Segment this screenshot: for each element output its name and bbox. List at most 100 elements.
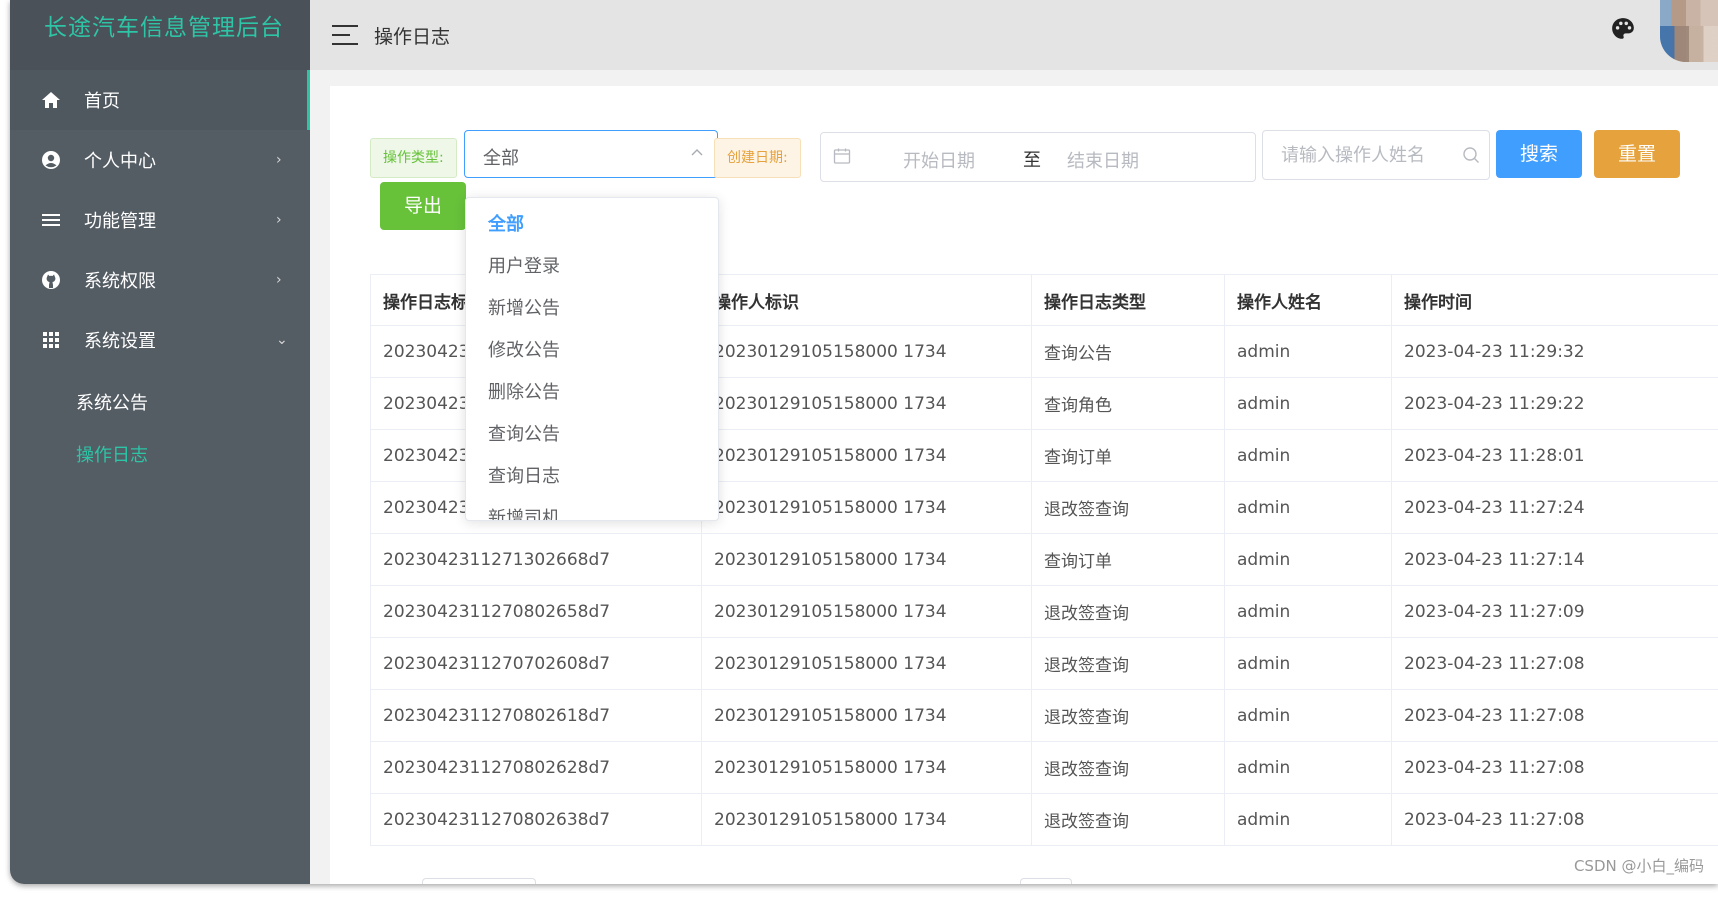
chevron-up-icon (691, 149, 703, 156)
table-cell: admin (1224, 533, 1392, 586)
table-cell: 退改签查询 (1031, 793, 1225, 846)
table-cell: 20230129105158000 1734 (701, 637, 1032, 690)
search-button[interactable]: 搜索 (1496, 130, 1582, 178)
avatar[interactable] (1660, 0, 1718, 62)
sidebar: 长途汽车信息管理后台 首页 个人中心 › 功能管理 › 系统权限 › 系统设置 … (10, 0, 310, 884)
table-row[interactable]: 2023042311270702608d7 20230129105158000 1… (370, 637, 1718, 690)
table-cell: 2023-04-23 11:27:08 (1391, 637, 1718, 690)
sidebar-item-home[interactable]: 首页 (10, 70, 310, 130)
end-date-input[interactable]: 结束日期 (1067, 147, 1139, 173)
table-cell: 2023-04-23 11:27:08 (1391, 793, 1718, 846)
table-cell: admin (1224, 325, 1392, 378)
table-cell: 2023-04-23 11:27:24 (1391, 481, 1718, 534)
chevron-right-icon: › (276, 212, 282, 228)
table-cell: 2023-04-23 11:27:09 (1391, 585, 1718, 638)
pagination-size-select[interactable] (422, 878, 536, 884)
start-date-input[interactable]: 开始日期 (903, 147, 975, 173)
chevron-right-icon: › (276, 152, 282, 168)
github-icon (36, 269, 66, 291)
table-cell: 2023042311270802628d7 (370, 741, 702, 794)
palette-icon[interactable] (1610, 16, 1636, 42)
operation-type-select[interactable]: 全部 (464, 130, 718, 178)
table-cell: 20230129105158000 1734 (701, 325, 1032, 378)
dropdown-option[interactable]: 查询公告 (466, 414, 718, 456)
sidebar-item-system-settings[interactable]: 系统设置 ⌄ (10, 310, 310, 370)
chevron-down-icon: ⌄ (276, 332, 288, 348)
page-title: 操作日志 (374, 25, 451, 48)
operator-name-input[interactable] (1262, 130, 1490, 180)
dropdown-option[interactable]: 新增司机 (466, 498, 718, 520)
sidebar-item-label: 首页 (84, 91, 120, 112)
dropdown-option[interactable]: 全部 (466, 204, 718, 246)
table-cell: 2023-04-23 11:27:08 (1391, 689, 1718, 742)
sidebar-item-system-permission[interactable]: 系统权限 › (10, 250, 310, 310)
operation-type-dropdown: 全部 用户登录 新增公告 修改公告 删除公告 查询公告 查询日志 新增司机 (465, 197, 719, 521)
table-row[interactable]: 2023042311270802638d7 20230129105158000 1… (370, 793, 1718, 846)
table-cell: 退改签查询 (1031, 741, 1225, 794)
sidebar-subitem-system-notice[interactable]: 系统公告 (10, 376, 310, 428)
table-cell: 2023042311271302668d7 (370, 533, 702, 586)
table-cell: 2023-04-23 11:27:14 (1391, 533, 1718, 586)
sidebar-item-function-management[interactable]: 功能管理 › (10, 190, 310, 250)
range-separator: 至 (1023, 150, 1041, 171)
main-content: 操作类型: 全部 创建日期: 开始日期 至 结束日期 搜索 重置 导出 (330, 86, 1718, 884)
menu-toggle-icon[interactable] (332, 25, 358, 45)
export-button[interactable]: 导出 (380, 182, 466, 230)
pagination-jump-input[interactable] (1020, 878, 1072, 884)
table-cell: 20230129105158000 1734 (701, 377, 1032, 430)
table-cell: 查询订单 (1031, 429, 1225, 482)
table-cell: 2023042311270802638d7 (370, 793, 702, 846)
table-cell: 退改签查询 (1031, 637, 1225, 690)
table-cell: 2023042311270802658d7 (370, 585, 702, 638)
user-circle-icon (36, 149, 66, 171)
search-icon (1463, 147, 1479, 163)
date-range-picker[interactable]: 开始日期 至 结束日期 (820, 132, 1256, 182)
table-cell: 20230129105158000 1734 (701, 793, 1032, 846)
table-cell: 20230129105158000 1734 (701, 741, 1032, 794)
select-value: 全部 (483, 148, 519, 169)
sidebar-subitem-operation-log[interactable]: 操作日志 (10, 428, 310, 480)
column-header[interactable]: 操作人姓名 (1224, 274, 1392, 326)
table-row[interactable]: 2023042311270802628d7 20230129105158000 1… (370, 741, 1718, 794)
sidebar-item-label: 系统设置 (84, 331, 156, 352)
dropdown-option[interactable]: 查询日志 (466, 456, 718, 498)
column-header[interactable]: 操作日志类型 (1031, 274, 1225, 326)
table-cell: admin (1224, 585, 1392, 638)
table-cell: 退改签查询 (1031, 689, 1225, 742)
table-cell: 退改签查询 (1031, 585, 1225, 638)
table-cell: 查询角色 (1031, 377, 1225, 430)
table-cell: 20230129105158000 1734 (701, 585, 1032, 638)
chevron-right-icon: › (276, 272, 282, 288)
sidebar-item-personal-center[interactable]: 个人中心 › (10, 130, 310, 190)
operation-type-label: 操作类型: (370, 138, 457, 178)
column-header[interactable]: 操作人标识 (701, 274, 1032, 326)
table-cell: admin (1224, 377, 1392, 430)
table-cell: 2023-04-23 11:28:01 (1391, 429, 1718, 482)
table-row[interactable]: 2023042311271302668d7 20230129105158000 1… (370, 533, 1718, 586)
table-cell: admin (1224, 429, 1392, 482)
list-icon (36, 209, 66, 231)
app-window: 长途汽车信息管理后台 首页 个人中心 › 功能管理 › 系统权限 › 系统设置 … (10, 0, 1718, 884)
sidebar-item-label: 功能管理 (84, 211, 156, 232)
watermark: CSDN @小白_编码 (1573, 857, 1704, 875)
table-row[interactable]: 2023042311270802618d7 20230129105158000 1… (370, 689, 1718, 742)
table-cell: 20230129105158000 1734 (701, 533, 1032, 586)
grid-icon (36, 329, 66, 351)
home-icon (36, 89, 66, 111)
reset-button[interactable]: 重置 (1594, 130, 1680, 178)
table-cell: 2023-04-23 11:29:22 (1391, 377, 1718, 430)
table-cell: admin (1224, 689, 1392, 742)
dropdown-option[interactable]: 删除公告 (466, 372, 718, 414)
table-cell: admin (1224, 741, 1392, 794)
table-cell: admin (1224, 637, 1392, 690)
dropdown-option[interactable]: 新增公告 (466, 288, 718, 330)
table-cell: 20230129105158000 1734 (701, 429, 1032, 482)
table-cell: admin (1224, 793, 1392, 846)
column-header[interactable]: 操作时间 (1391, 274, 1718, 326)
table-cell: 20230129105158000 1734 (701, 689, 1032, 742)
table-cell: 查询公告 (1031, 325, 1225, 378)
table-row[interactable]: 2023042311270802658d7 20230129105158000 1… (370, 585, 1718, 638)
sidebar-item-label: 系统权限 (84, 271, 156, 292)
dropdown-option[interactable]: 用户登录 (466, 246, 718, 288)
dropdown-option[interactable]: 修改公告 (466, 330, 718, 372)
